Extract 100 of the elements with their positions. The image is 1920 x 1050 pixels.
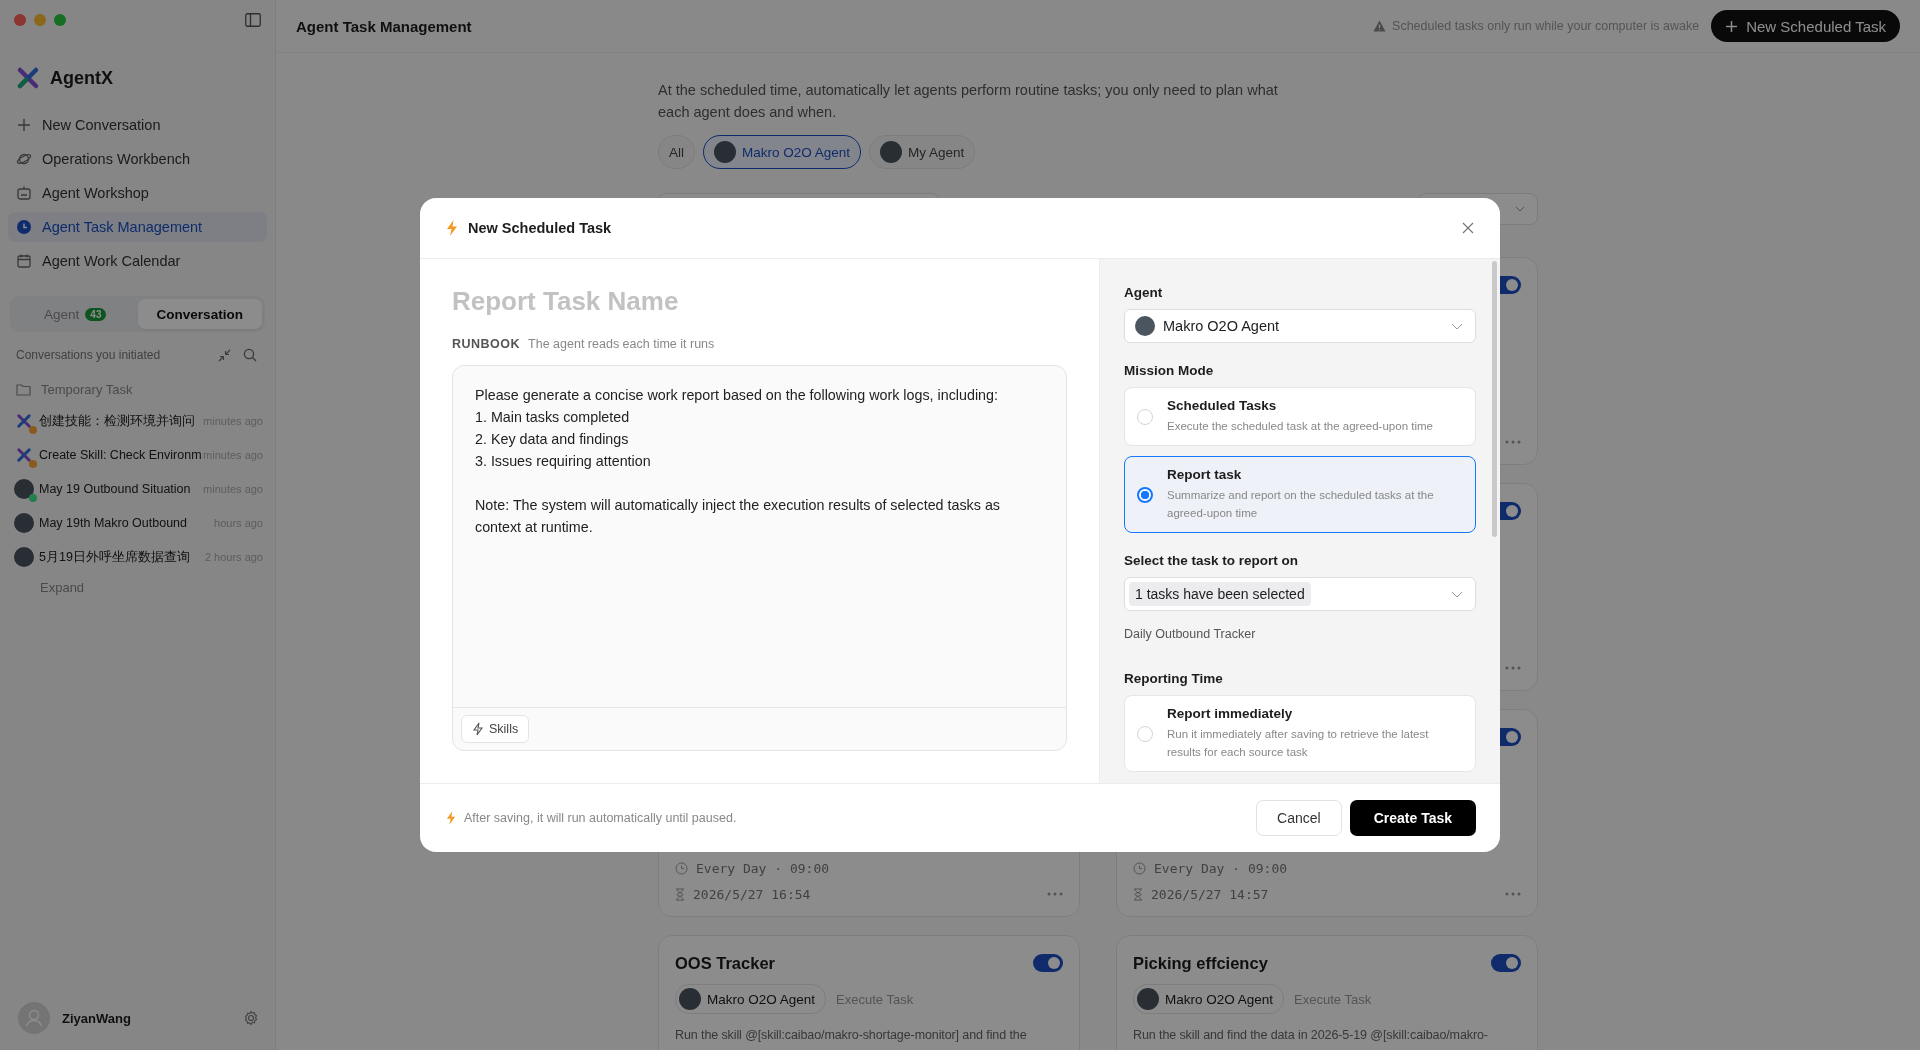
- mode-option[interactable]: Scheduled Tasks Execute the scheduled task at the agreed-upon time: [1124, 387, 1476, 446]
- task-title: Picking effciency: [1133, 953, 1268, 973]
- enable-toggle[interactable]: [1033, 954, 1063, 972]
- intro-text: At the scheduled time, automatically let agents perform routine tasks; you only need to plan what each agent does and when.: [658, 81, 1279, 122]
- new-task-button[interactable]: New Scheduled Task: [1711, 10, 1900, 42]
- option-title: Scheduled Tasks: [1167, 398, 1278, 413]
- clock-icon: [16, 219, 32, 235]
- schedule-text: Every Day · 09:00: [1154, 860, 1288, 876]
- option-description: Summarize and report on the scheduled tasks at the agreed-upon time: [1167, 488, 1435, 521]
- app-name: AgentX: [50, 67, 113, 89]
- user-name: ZiyanWang: [62, 1010, 131, 1026]
- search-icon[interactable]: [243, 348, 257, 362]
- task-title: OOS Tracker: [675, 953, 775, 973]
- close-icon[interactable]: [1462, 222, 1474, 234]
- nav-item[interactable]: Agent Task Management: [8, 212, 267, 242]
- calendar-icon: [16, 253, 32, 269]
- cancel-button[interactable]: Cancel: [1256, 800, 1342, 836]
- folder-icon: [16, 382, 31, 396]
- nav-item[interactable]: Operations Workbench: [8, 144, 267, 174]
- maximize-window-button[interactable]: [54, 14, 66, 26]
- more-icon[interactable]: [1047, 892, 1063, 896]
- selected-task: Daily Outbound Tracker: [1124, 627, 1257, 641]
- task-name-field[interactable]: Report Task Name: [452, 285, 1067, 317]
- warning-icon: [1373, 20, 1387, 32]
- agent-chip: Makro O2O Agent: [1133, 984, 1285, 1014]
- runbook-field[interactable]: Please generate a concise work report based on the following work logs, including: 1. Main tasks completed 2. Key data and findings 3. Issues requiring attention Note: The system will automatically inject the execution results of selected tasks as context at runtime.: [453, 366, 1066, 707]
- clock-icon: [675, 861, 688, 875]
- more-icon[interactable]: [1505, 440, 1521, 444]
- conversation-title: 创建技能：检测环境并询问: [39, 412, 196, 430]
- filter-chip[interactable]: Makro O2O Agent: [703, 135, 862, 169]
- last-run-time: 2026/5/27 16:54: [693, 886, 811, 902]
- hourglass-icon: [675, 887, 685, 901]
- sidebar-toggle-icon[interactable]: [245, 13, 261, 27]
- count-badge: 43: [85, 307, 107, 321]
- task-mode: Execute Task: [1294, 991, 1372, 1007]
- avatar: [880, 141, 903, 163]
- sidebar-tab[interactable]: Conversation: [137, 299, 262, 329]
- field-label: Mission Mode: [1124, 363, 1215, 378]
- task-select[interactable]: 1 tasks have been selected: [1124, 577, 1476, 611]
- agentx-logo-icon: [15, 446, 33, 464]
- task-card[interactable]: OOS Tracker Makro O2O Agent Execute Task Run the skill @[skill:caibao/makro-shortage-monitor] and find the: [658, 935, 1080, 1050]
- nav-item[interactable]: Agent Work Calendar: [8, 246, 267, 276]
- task-card[interactable]: Picking effciency Makro O2O Agent Execute Task Run the skill and find the data in 2026-5-19 @[skill:caibao/makro-: [1116, 935, 1538, 1050]
- avatar: [14, 513, 34, 533]
- create-task-button[interactable]: Create Task: [1349, 800, 1476, 836]
- runbook-label: RUNBOOK: [452, 337, 521, 351]
- agent-select[interactable]: Makro O2O Agent: [1124, 309, 1476, 343]
- skills-button[interactable]: Skills: [461, 715, 530, 743]
- radio-button[interactable]: [1137, 486, 1153, 503]
- dialog-title: New Scheduled Task: [468, 220, 612, 236]
- task-mode: Execute Task: [836, 991, 914, 1007]
- enable-toggle[interactable]: [1491, 954, 1521, 972]
- task-description: Run the skill @[skill:caibao/makro-shortage-monitor] and find the: [675, 1027, 1028, 1044]
- option-description: Execute the scheduled task at the agreed-upon time: [1167, 419, 1433, 434]
- agent-chip: Makro O2O Agent: [675, 984, 827, 1014]
- planet-icon: [16, 151, 32, 167]
- scrollbar-thumb[interactable]: [1492, 261, 1497, 537]
- option-title: Report immediately: [1167, 706, 1294, 721]
- filter-chip[interactable]: All: [658, 135, 695, 169]
- hourglass-icon: [1133, 887, 1143, 901]
- field-label: Agent: [1124, 285, 1164, 300]
- avatar: [714, 141, 736, 163]
- robot-icon: [16, 185, 32, 201]
- avatar: [14, 479, 34, 499]
- chevron-down-icon: [1515, 206, 1525, 212]
- chevron-down-icon: [1451, 322, 1463, 330]
- mode-option[interactable]: Report task Summarize and report on the scheduled tasks at the agreed-upon time: [1124, 456, 1476, 533]
- avatar: [14, 547, 34, 567]
- selection-tag: 1 tasks have been selected: [1129, 582, 1311, 606]
- task-description: Run the skill and find the data in 2026-5-19 @[skill:caibao/makro-: [1133, 1027, 1489, 1044]
- field-label: Select the task to report on: [1124, 553, 1300, 568]
- lightning-icon: [446, 811, 456, 825]
- filter-chip[interactable]: My Agent: [869, 135, 976, 169]
- runbook-hint: The agent reads each time it runs: [528, 337, 715, 351]
- conversation-title: May 19th Makro Outbound: [39, 516, 188, 530]
- conversation-title: Create Skill: Check Environm: [39, 448, 199, 462]
- close-window-button[interactable]: [14, 14, 26, 26]
- lightning-icon: [446, 220, 458, 236]
- nav-item[interactable]: New Conversation: [8, 110, 267, 140]
- more-icon[interactable]: [1505, 892, 1521, 896]
- agentx-logo-icon: [16, 66, 40, 90]
- sidebar-tab[interactable]: Agent 43: [13, 299, 138, 329]
- nav-item[interactable]: Agent Workshop: [8, 178, 267, 208]
- collapse-icon[interactable]: [218, 348, 231, 362]
- last-run-time: 2026/5/27 14:57: [1151, 886, 1269, 902]
- chevron-down-icon: [1451, 590, 1463, 598]
- conversation-title: 5月19日外呼坐席数据查询: [39, 548, 191, 566]
- section-title: Conversations you initiated: [16, 348, 161, 362]
- option-description: Run it immediately after saving to retrieve the latest results for each source task: [1167, 727, 1430, 760]
- conversation-title: May 19 Outbound Situation: [39, 482, 192, 496]
- option-title: Report task: [1167, 467, 1243, 482]
- time-option[interactable]: Report immediately Run it immediately after saving to retrieve the latest results for each source task: [1124, 695, 1476, 772]
- page-title: Agent Task Management: [296, 17, 472, 35]
- clock-icon: [1133, 861, 1146, 875]
- avatar: [1135, 316, 1155, 336]
- more-icon[interactable]: [1505, 666, 1521, 670]
- sparkle-icon: [472, 722, 484, 736]
- field-label: Reporting Time: [1124, 671, 1224, 686]
- plus-icon: [16, 117, 32, 133]
- settings-icon[interactable]: [243, 1010, 259, 1026]
